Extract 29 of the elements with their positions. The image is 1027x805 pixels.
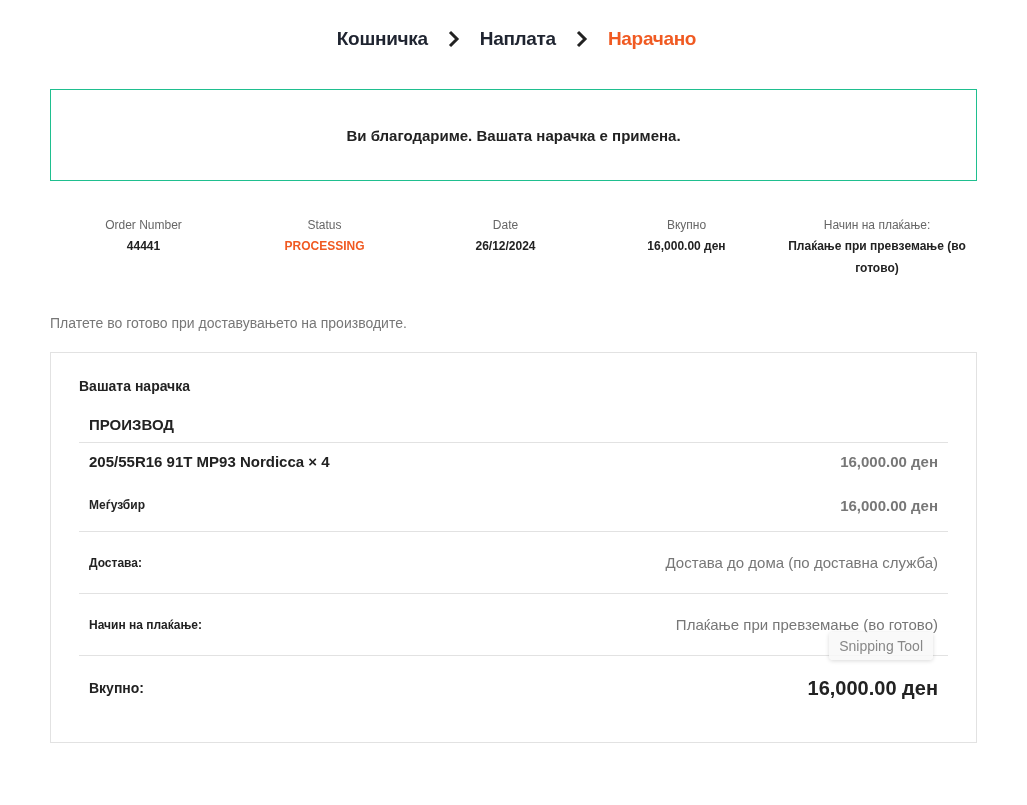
total-value: 16,000.00 ден <box>807 676 938 700</box>
overview-value: 44441 <box>126 238 161 255</box>
overview-label: Order Number <box>105 218 182 232</box>
overview-label: Date <box>492 218 519 232</box>
chevron-icon <box>575 30 588 48</box>
total-label: Достава: <box>89 555 142 570</box>
total-label: Вкупно: <box>89 680 145 696</box>
overview-value: 26/12/2024 <box>475 238 536 255</box>
product-name: 205/55R16 91T MP93 Nordicca × 4 <box>89 452 330 470</box>
checkout-step[interactable]: Кошничка <box>336 28 428 50</box>
overview-value: 16,000.00 ден <box>647 238 726 255</box>
notice-text: Ви благодариме. Вашата нарачка е примена. <box>346 126 681 144</box>
product-price: 16,000.00 ден <box>840 452 938 470</box>
overview-label: Начин на плаќање: <box>823 218 931 232</box>
checkout-step[interactable]: Наплата <box>479 28 556 50</box>
column-header: ПРОИЗВОД <box>89 415 175 433</box>
total-value: Достава до дома (по доставна служба) <box>665 554 938 571</box>
card-title: Вашата нарачка <box>79 378 192 394</box>
chevron-icon <box>447 30 460 48</box>
total-value: Плаќање при превземање (во готово) <box>675 616 938 633</box>
tooltip: Snipping Tool <box>829 632 933 660</box>
overview-value: PROCESSING <box>284 238 365 255</box>
total-value: 16,000.00 ден <box>840 496 938 514</box>
total-label: Начин на плаќање: <box>89 617 202 632</box>
overview-label: Вкупно <box>666 218 707 232</box>
overview-value: Плаќање при превземање (во готово) <box>787 238 967 277</box>
total-label: Меѓузбир <box>89 498 145 512</box>
payment-note: Платете во готово при доставувањето на производите. <box>50 315 408 331</box>
overview-label: Status <box>307 218 342 232</box>
